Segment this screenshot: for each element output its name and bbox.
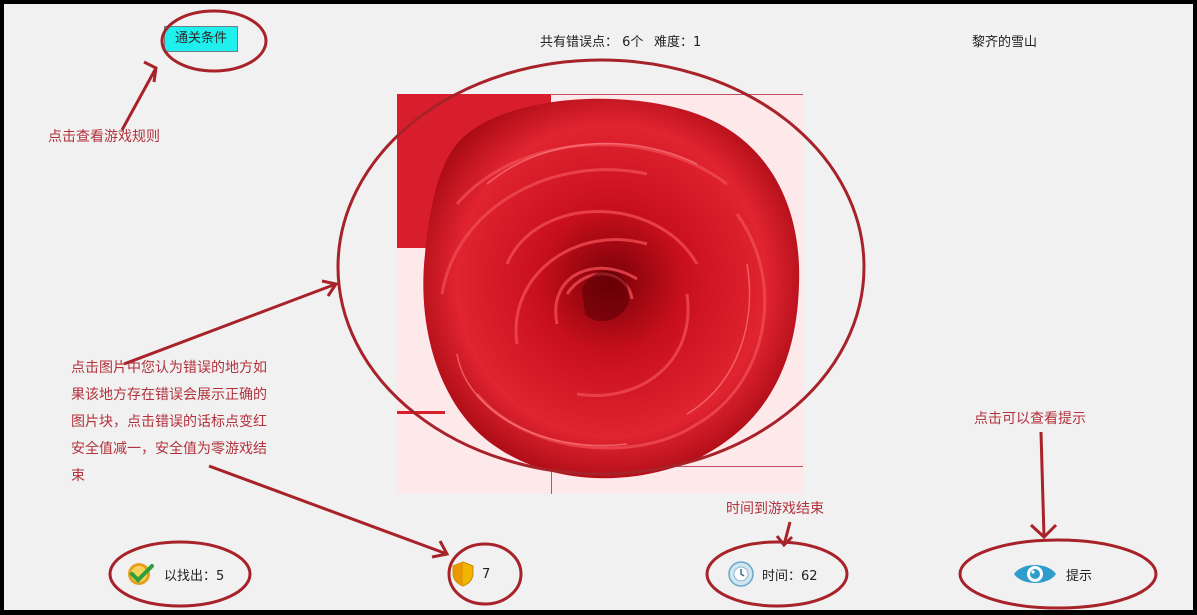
time-note: 时间到游戏结束 <box>726 501 824 517</box>
click-note-line: 点击图片中您认为错误的地方如 <box>71 360 267 376</box>
hint-label: 提示 <box>1066 568 1093 584</box>
eye-icon <box>1014 565 1056 583</box>
click-note-line: 束 <box>71 468 85 484</box>
rules-note: 点击查看游戏规则 <box>48 129 160 145</box>
image-title: 黎齐的雪山 <box>972 35 1038 50</box>
timer: 时间：62 <box>728 561 818 587</box>
click-note: 点击图片中您认为错误的地方如 果该地方存在错误会展示正确的 图片块，点击错误的话… <box>71 355 291 490</box>
game-screen: 通关条件 共有错误点： 6个 难度：1 黎齐的雪山 点击查看游戏规则 点击图片中… <box>4 4 1193 610</box>
time-label: 时间：62 <box>762 568 818 584</box>
shield-icon <box>452 561 474 587</box>
rules-button[interactable]: 通关条件 <box>164 26 238 52</box>
safety-value: 7 <box>482 566 491 582</box>
clock-icon <box>728 561 754 587</box>
hint-note: 点击可以查看提示 <box>974 411 1086 427</box>
click-note-line: 果该地方存在错误会展示正确的 <box>71 387 267 403</box>
safety-counter: 7 <box>452 561 490 587</box>
difficulty-label: 难度：1 <box>654 35 702 50</box>
rose-image <box>423 98 800 479</box>
checklist-icon <box>128 563 154 585</box>
error-count-label: 共有错误点： 6个 <box>540 35 644 50</box>
found-label: 以找出：5 <box>164 568 225 584</box>
click-note-line: 安全值减一，安全值为零游戏结 <box>71 441 267 457</box>
click-note-line: 图片块，点击错误的话标点变红 <box>71 414 267 430</box>
found-counter: 以找出：5 <box>126 561 224 587</box>
hint-button[interactable]: 提示 <box>1012 561 1092 587</box>
puzzle-image[interactable] <box>397 94 803 494</box>
